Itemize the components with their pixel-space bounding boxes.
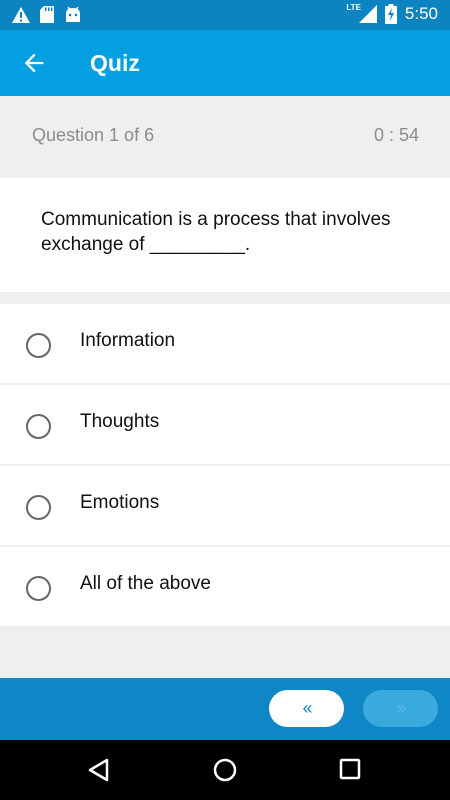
battery-charging-icon [384,4,397,24]
status-time: 5:50 [404,4,438,23]
signal-icon [358,5,377,23]
warning-icon [12,6,30,23]
option-information[interactable]: Information [0,304,450,383]
radio-button[interactable] [26,333,51,358]
status-system: LTE 5:50 [346,2,438,24]
back-triangle-icon[interactable] [86,757,112,783]
sd-card-icon [40,6,54,23]
recents-square-icon[interactable] [338,757,362,781]
arrow-left-icon[interactable] [20,49,48,77]
network-type: LTE [346,2,361,12]
option-thoughts[interactable]: Thoughts [0,385,450,464]
question-card: Communication is a process that involves… [0,178,450,292]
status-bar: LTE 5:50 [0,0,450,30]
option-emotions[interactable]: Emotions [0,466,450,545]
previous-question-button[interactable]: ‹‹ [269,690,344,727]
option-label: Information [80,330,176,351]
radio-button[interactable] [26,495,51,520]
double-chevron-right-icon: ›› [396,698,407,718]
question-counter: Question 1 of 6 [32,125,155,145]
system-navigation-bar [0,740,450,800]
question-info: Question 1 of 6 0 : 54 [0,96,450,178]
answer-options: Information Thoughts Emotions All of the… [0,304,450,628]
status-notifications [12,6,82,23]
option-label: All of the above [80,573,211,594]
radio-button[interactable] [26,414,51,439]
quiz-navigation-bar: ‹‹ ›› [0,678,450,740]
page-title: Quiz [90,50,140,76]
next-question-button[interactable]: ›› [363,690,438,727]
option-label: Thoughts [80,411,160,432]
option-label: Emotions [80,492,160,513]
android-icon [66,6,80,22]
radio-button[interactable] [26,576,51,601]
question-text: Communication is a process that involves… [41,209,391,255]
double-chevron-left-icon: ‹‹ [302,698,313,718]
app-bar: Quiz [0,30,450,96]
option-all-of-the-above[interactable]: All of the above [0,547,450,626]
quiz-timer: 0 : 54 [373,125,419,145]
home-circle-icon[interactable] [212,757,238,783]
